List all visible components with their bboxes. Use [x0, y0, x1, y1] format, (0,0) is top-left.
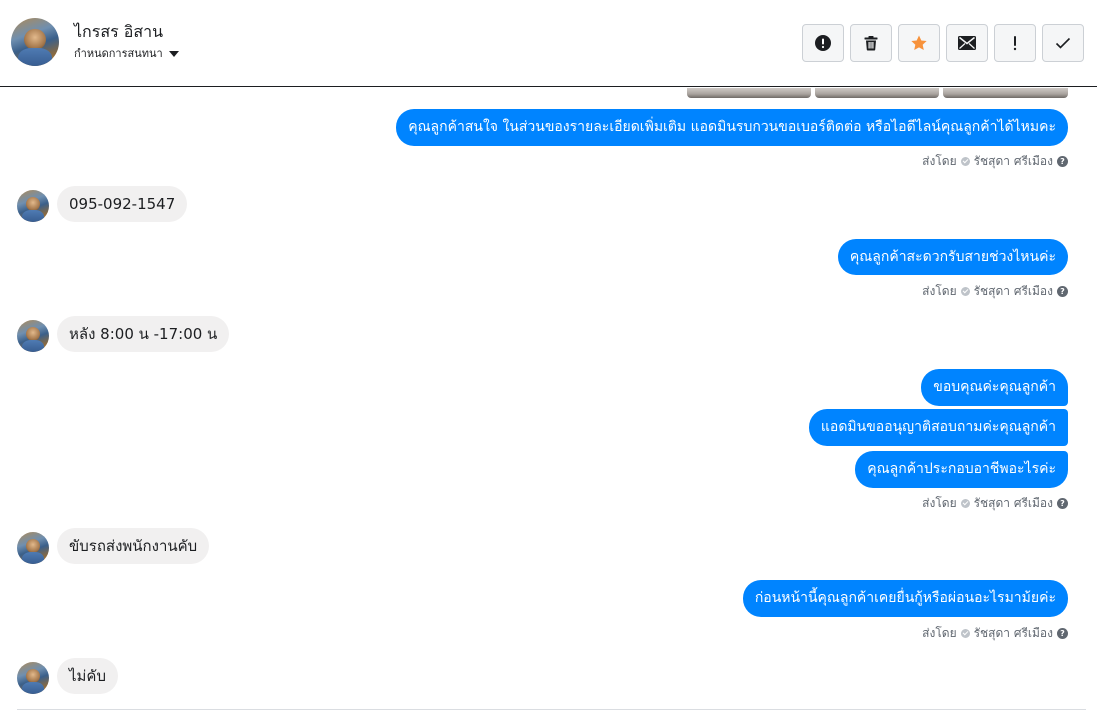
exclamation-icon: [1013, 36, 1017, 51]
verified-check-icon: [960, 629, 970, 638]
contact-avatar[interactable]: [11, 18, 59, 66]
sent-by-label: ส่งโดย รัชสุดา ศรีเมือง ?: [922, 152, 1068, 171]
sent-by-agent: รัชสุดา ศรีเมือง: [973, 154, 1053, 168]
contact-name[interactable]: ไกรสร อิสาน: [74, 20, 163, 45]
sent-by-label: ส่งโดย รัชสุดา ศรีเมือง ?: [922, 624, 1068, 643]
conversation-header: ไกรสร อิสาน กำหนดการสนทนา: [0, 0, 1097, 87]
alert-circle-icon: [815, 35, 831, 51]
incoming-message[interactable]: ไม่คับ: [57, 658, 118, 694]
sent-by-agent: รัชสุดา ศรีเมือง: [973, 626, 1053, 640]
contact-avatar-small[interactable]: [17, 662, 49, 694]
sent-by-prefix: ส่งโดย: [922, 626, 957, 640]
sent-by-prefix: ส่งโดย: [922, 154, 957, 168]
sent-by-prefix: ส่งโดย: [922, 284, 957, 298]
conversation-settings-dropdown[interactable]: กำหนดการสนทนา: [74, 44, 179, 62]
star-icon: [911, 35, 927, 51]
contact-avatar-small[interactable]: [17, 532, 49, 564]
envelope-icon: [958, 36, 976, 50]
help-icon[interactable]: ?: [1057, 498, 1068, 509]
outgoing-message[interactable]: คุณลูกค้าสนใจ ในส่วนของรายละเอียดเพิ่มเต…: [396, 109, 1068, 146]
sent-by-agent: รัชสุดา ศรีเมือง: [973, 284, 1053, 298]
delete-button[interactable]: [850, 24, 892, 62]
incoming-message[interactable]: หลัง 8:00 น -17:00 น: [57, 316, 230, 352]
attachment-image[interactable]: [687, 88, 811, 98]
attachment-image[interactable]: [943, 88, 1068, 98]
outgoing-message[interactable]: ขอบคุณค่ะคุณลูกค้า: [921, 369, 1068, 406]
outgoing-message[interactable]: คุณลูกค้าสะดวกรับสายช่วงไหนค่ะ: [837, 239, 1068, 275]
verified-check-icon: [960, 287, 970, 296]
messenger-inbox-conversation: ไกรสร อิสาน กำหนดการสนทนา คุณลูกค้าสนใจ …: [0, 0, 1097, 710]
verified-check-icon: [960, 499, 970, 508]
message-thread[interactable]: คุณลูกค้าสนใจ ในส่วนของรายละเอียดเพิ่มเต…: [0, 88, 1097, 710]
conversation-toolbar: [802, 24, 1084, 62]
verified-check-icon: [960, 157, 970, 166]
contact-avatar-small[interactable]: [17, 320, 49, 352]
sent-by-agent: รัชสุดา ศรีเมือง: [973, 496, 1053, 510]
attachment-image[interactable]: [815, 88, 939, 98]
caret-down-icon: [168, 50, 179, 57]
help-icon[interactable]: ?: [1057, 286, 1068, 297]
mark-unread-button[interactable]: [946, 24, 988, 62]
contact-avatar-small[interactable]: [17, 190, 49, 222]
mark-done-button[interactable]: [1042, 24, 1084, 62]
incoming-message[interactable]: 095-092-1547: [57, 186, 188, 222]
incoming-message[interactable]: ขับรถส่งพนักงานคับ: [57, 528, 210, 564]
help-icon[interactable]: ?: [1057, 628, 1068, 639]
help-icon[interactable]: ?: [1057, 156, 1068, 167]
trash-icon: [864, 36, 878, 51]
sent-by-label: ส่งโดย รัชสุดา ศรีเมือง ?: [922, 282, 1068, 301]
outgoing-message[interactable]: คุณลูกค้าประกอบอาชีพอะไรค่ะ: [855, 451, 1068, 488]
outgoing-message[interactable]: ก่อนหน้านี้คุณลูกค้าเคยยื่นกู้หรือผ่อนอะ…: [742, 580, 1068, 617]
follow-up-button[interactable]: [994, 24, 1036, 62]
star-button[interactable]: [898, 24, 940, 62]
report-spam-button[interactable]: [802, 24, 844, 62]
sent-by-prefix: ส่งโดย: [922, 496, 957, 510]
conversation-settings-label: กำหนดการสนทนา: [74, 47, 163, 60]
outgoing-message[interactable]: แอดมินขออนุญาติสอบถามค่ะคุณลูกค้า: [808, 409, 1068, 446]
sent-by-label: ส่งโดย รัชสุดา ศรีเมือง ?: [922, 494, 1068, 513]
check-icon: [1055, 37, 1071, 49]
